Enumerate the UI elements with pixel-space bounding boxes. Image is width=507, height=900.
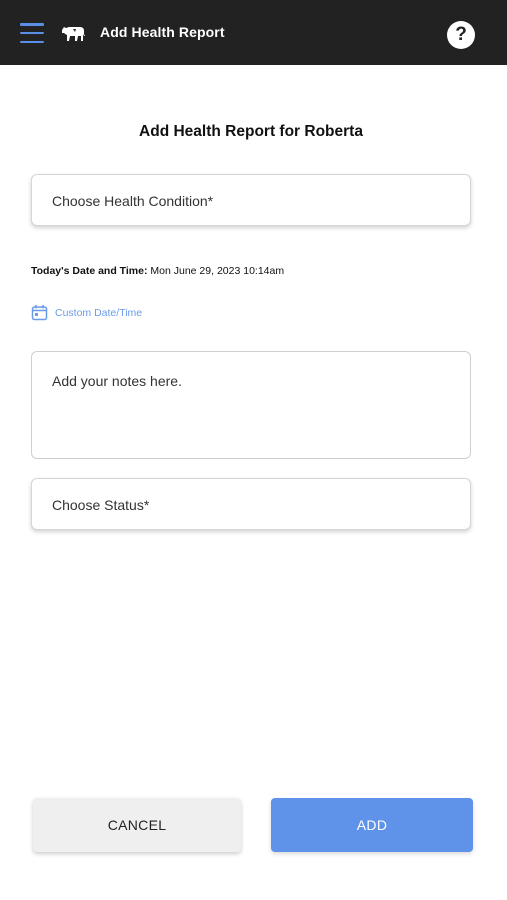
custom-datetime-link[interactable]: Custom Date/Time xyxy=(31,304,142,321)
top-app-bar: Add Health Report ? xyxy=(0,0,507,65)
page-title: Add Health Report for Roberta xyxy=(139,123,363,140)
datetime-label: Today's Date and Time: xyxy=(31,265,148,277)
help-icon[interactable]: ? xyxy=(447,21,475,49)
custom-datetime-label: Custom Date/Time xyxy=(55,306,143,319)
notes-textarea[interactable]: Add your notes here. xyxy=(31,351,471,459)
health-condition-placeholder: Choose Health Condition* xyxy=(52,193,214,209)
notes-placeholder: Add your notes here. xyxy=(52,373,182,389)
cancel-button[interactable]: CANCEL xyxy=(33,798,241,852)
cow-logo-icon xyxy=(62,27,85,41)
datetime-value: Mon June 29, 2023 10:14am xyxy=(150,265,285,277)
hamburger-menu-icon[interactable] xyxy=(20,23,44,43)
status-select[interactable]: Choose Status* xyxy=(31,478,471,530)
current-datetime: Today's Date and Time: Mon June 29, 2023… xyxy=(31,265,284,277)
calendar-icon xyxy=(31,305,48,321)
status-placeholder: Choose Status* xyxy=(52,497,150,513)
health-condition-select[interactable]: Choose Health Condition* xyxy=(31,174,471,226)
app-bar-title: Add Health Report xyxy=(100,24,225,40)
add-button[interactable]: ADD xyxy=(271,798,473,852)
